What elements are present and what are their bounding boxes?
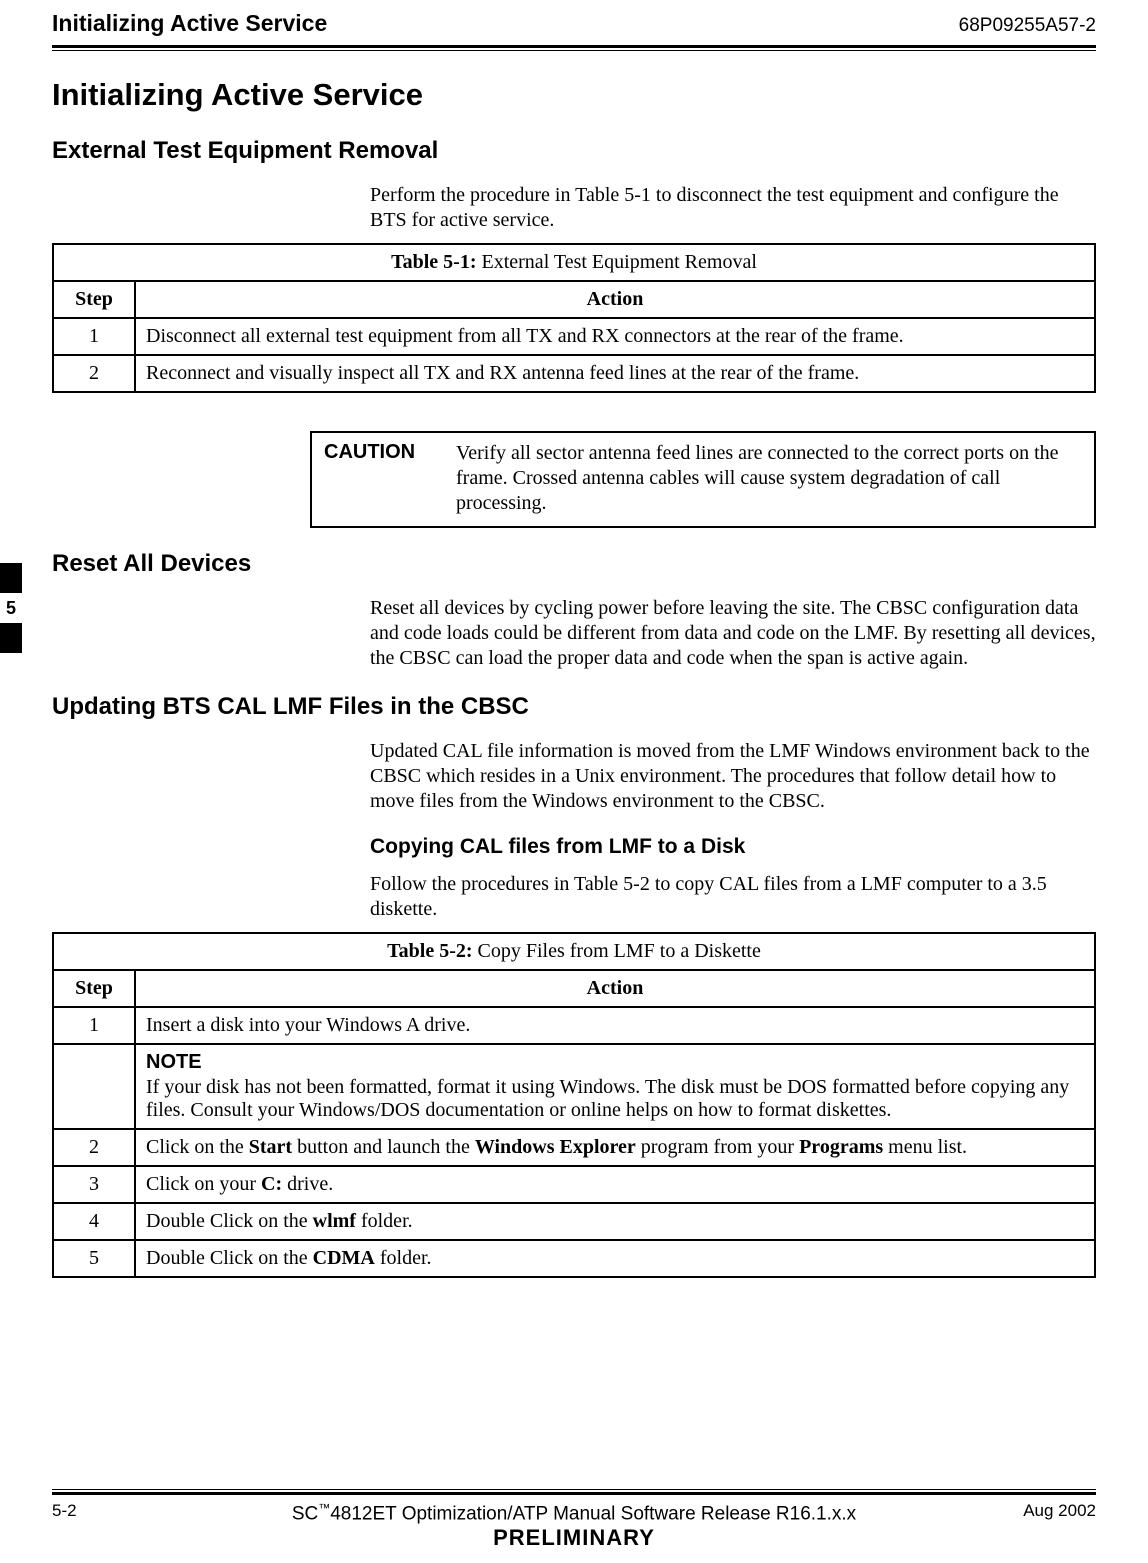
footer-rule-thick — [52, 1492, 1096, 1495]
caution-label: CAUTION — [324, 441, 456, 516]
header-rule-thick — [52, 45, 1096, 48]
table-5-2-action-3: Click on your C: drive. — [135, 1166, 1095, 1203]
caution-text: Verify all sector antenna feed lines are… — [456, 441, 1082, 516]
footer-sc: SC — [292, 1503, 318, 1524]
table-row: NOTE If your disk has not been formatted… — [53, 1044, 1095, 1129]
table-5-2: Table 5-2: Copy Files from LMF to a Disk… — [52, 932, 1096, 1278]
bold-windows-explorer: Windows Explorer — [475, 1136, 636, 1158]
running-title: Initializing Active Service — [52, 10, 327, 37]
table-5-1-col-step: Step — [53, 281, 135, 318]
footer-center-line: SC™4812ET Optimization/ATP Manual Softwa… — [172, 1501, 976, 1525]
table-5-2-step-3: 3 — [53, 1166, 135, 1203]
table-5-2-action-5: Double Click on the CDMA folder. — [135, 1240, 1095, 1277]
section-updating-body: Updated CAL file information is moved fr… — [370, 739, 1096, 814]
section-reset-heading: Reset All Devices — [52, 550, 1096, 578]
text: button and launch the — [292, 1136, 475, 1158]
table-5-1: Table 5-1: External Test Equipment Remov… — [52, 243, 1096, 393]
text: program from your — [636, 1136, 799, 1158]
text: drive. — [282, 1173, 333, 1195]
footer-rule-thin — [52, 1489, 1096, 1490]
footer-manual-title: 4812ET Optimization/ATP Manual Software … — [330, 1503, 856, 1524]
note-label: NOTE — [146, 1051, 1084, 1074]
chapter-tab-block-top — [0, 563, 22, 593]
bold-start: Start — [249, 1136, 292, 1158]
bold-c-drive: C: — [261, 1173, 282, 1195]
page-title: Initializing Active Service — [52, 77, 1096, 113]
table-5-2-action-2: Click on the Start button and launch the… — [135, 1129, 1095, 1166]
table-row: 1 Disconnect all external test equipment… — [53, 318, 1095, 355]
section-reset-body: Reset all devices by cycling power befor… — [370, 596, 1096, 671]
footer-preliminary: PRELIMINARY — [172, 1525, 976, 1551]
doc-number: 68P09255A57-2 — [959, 15, 1096, 37]
chapter-tab-number: 5 — [0, 593, 22, 623]
table-row: 5 Double Click on the CDMA folder. — [53, 1240, 1095, 1277]
table-5-1-col-action: Action — [135, 281, 1095, 318]
table-5-1-caption-text: External Test Equipment Removal — [477, 251, 757, 273]
section-external-test-heading: External Test Equipment Removal — [52, 137, 1096, 165]
table-5-2-note-cell: NOTE If your disk has not been formatted… — [135, 1044, 1095, 1129]
bold-wlmf: wlmf — [313, 1210, 356, 1232]
table-5-1-action-2: Reconnect and visually inspect all TX an… — [135, 355, 1095, 392]
caution-box: CAUTION Verify all sector antenna feed l… — [310, 431, 1096, 528]
section-updating-heading: Updating BTS CAL LMF Files in the CBSC — [52, 693, 1096, 721]
text: Double Click on the — [146, 1210, 313, 1232]
table-5-2-col-action: Action — [135, 970, 1095, 1007]
chapter-tab: 5 — [0, 563, 22, 653]
section-external-test-intro: Perform the procedure in Table 5-1 to di… — [370, 183, 1096, 233]
text: menu list. — [883, 1136, 967, 1158]
text: Click on your — [146, 1173, 261, 1195]
bold-cdma: CDMA — [313, 1247, 375, 1269]
table-5-2-col-step: Step — [53, 970, 135, 1007]
table-row: 2 Click on the Start button and launch t… — [53, 1129, 1095, 1166]
text: Click on the — [146, 1136, 249, 1158]
trademark-icon: ™ — [318, 1501, 330, 1515]
table-5-2-note-step — [53, 1044, 135, 1129]
table-row: 2 Reconnect and visually inspect all TX … — [53, 355, 1095, 392]
table-5-1-caption-label: Table 5-1: — [391, 251, 476, 273]
chapter-tab-block-bottom — [0, 623, 22, 653]
table-5-2-step-1: 1 — [53, 1007, 135, 1044]
table-5-1-step-2: 2 — [53, 355, 135, 392]
text: folder. — [375, 1247, 432, 1269]
subsection-copying-body: Follow the procedures in Table 5-2 to co… — [370, 872, 1096, 922]
table-5-2-caption-text: Copy Files from LMF to a Diskette — [473, 940, 761, 962]
table-5-2-step-2: 2 — [53, 1129, 135, 1166]
table-5-1-action-1: Disconnect all external test equipment f… — [135, 318, 1095, 355]
text: folder. — [356, 1210, 413, 1232]
table-row: 3 Click on your C: drive. — [53, 1166, 1095, 1203]
table-5-1-step-1: 1 — [53, 318, 135, 355]
page-footer: 5-2 SC™4812ET Optimization/ATP Manual So… — [52, 1489, 1096, 1551]
table-5-2-caption: Table 5-2: Copy Files from LMF to a Disk… — [52, 932, 1096, 969]
table-5-2-caption-label: Table 5-2: — [387, 940, 472, 962]
bold-programs: Programs — [799, 1136, 883, 1158]
table-5-2-action-1: Insert a disk into your Windows A drive. — [135, 1007, 1095, 1044]
table-5-2-step-5: 5 — [53, 1240, 135, 1277]
footer-page-number: 5-2 — [52, 1501, 172, 1521]
table-row: 1 Insert a disk into your Windows A driv… — [53, 1007, 1095, 1044]
footer-date: Aug 2002 — [976, 1501, 1096, 1521]
subsection-copying-heading: Copying CAL files from LMF to a Disk — [370, 834, 1096, 860]
table-5-2-step-4: 4 — [53, 1203, 135, 1240]
header-rule-thin — [52, 50, 1096, 51]
note-body: If your disk has not been formatted, for… — [146, 1076, 1084, 1122]
table-5-2-action-4: Double Click on the wlmf folder. — [135, 1203, 1095, 1240]
table-row: 4 Double Click on the wlmf folder. — [53, 1203, 1095, 1240]
text: Double Click on the — [146, 1247, 313, 1269]
table-5-1-caption: Table 5-1: External Test Equipment Remov… — [52, 243, 1096, 280]
